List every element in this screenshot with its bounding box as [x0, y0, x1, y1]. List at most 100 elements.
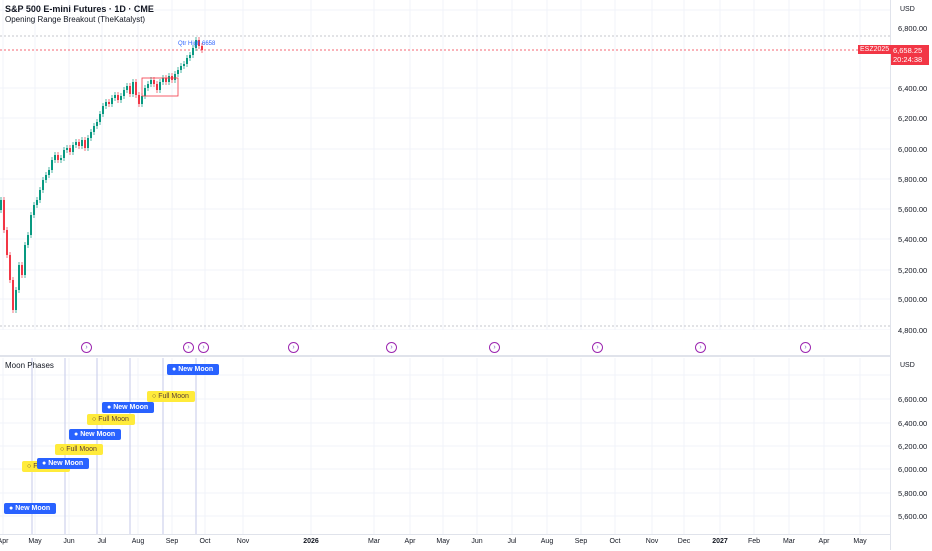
price-tick-label: 6,000.00 — [898, 145, 928, 154]
event-marker-icon[interactable]: › — [183, 342, 194, 353]
event-marker-icon[interactable]: › — [81, 342, 92, 353]
time-tick-label: Sep — [165, 538, 179, 545]
pane-divider[interactable] — [0, 355, 932, 357]
price-tick-label: 5,800.00 — [898, 489, 928, 498]
time-tick-label: Nov — [645, 538, 659, 545]
candle-body — [174, 74, 176, 80]
full-moon-label: ○ Full Moon — [147, 391, 195, 402]
event-marker-icon[interactable]: › — [695, 342, 706, 353]
candle-body — [51, 160, 53, 170]
candle-body — [90, 132, 92, 138]
candle-body — [45, 175, 47, 180]
price-tick-label: 5,200.00 — [898, 266, 928, 275]
time-tick-label: Oct — [609, 538, 621, 545]
candle-body — [129, 86, 131, 94]
full-moon-label: ○ Full Moon — [55, 444, 103, 455]
time-tick-label: May — [853, 538, 867, 545]
candle-body — [102, 106, 104, 114]
time-tick-label: Feb — [747, 538, 761, 545]
indicator-legend[interactable]: Opening Range Breakout (TheKatalyst) — [5, 15, 145, 24]
candle-body — [48, 170, 50, 175]
time-tick-label: Dec — [677, 538, 691, 545]
candle-body — [57, 155, 59, 160]
candle-body — [159, 82, 161, 90]
moon-phases-pane[interactable]: ● New Moon○ Full Moon● New Moon○ Full Mo… — [0, 358, 890, 534]
price-tick-label: 6,200.00 — [898, 442, 928, 451]
chart-title: S&P 500 E-mini Futures · 1D · CME — [5, 4, 154, 14]
event-marker-icon[interactable]: › — [489, 342, 500, 353]
candle-body — [75, 142, 77, 145]
price-tick-label: 5,600.00 — [898, 512, 928, 521]
candle-body — [138, 95, 140, 104]
candle-body — [6, 230, 8, 255]
candle-body — [87, 138, 89, 148]
symbol-price-tag: ESZ2025 — [858, 45, 892, 54]
candle-body — [66, 148, 68, 150]
candle-body — [99, 114, 101, 122]
candle-body — [69, 148, 71, 152]
candle-body — [153, 80, 155, 84]
price-axis[interactable]: USD USD 6,400.00 6,200.00 6,000.00 5,800.00… — [890, 0, 932, 550]
candle-body — [12, 280, 14, 310]
currency-label-pane2: USD — [900, 362, 915, 369]
time-tick-label: Apr — [404, 538, 416, 545]
price-tick-label: 6,400.00 — [898, 84, 928, 93]
candle-body — [60, 158, 62, 160]
candle-body — [126, 86, 128, 90]
candle-body — [144, 88, 146, 96]
candle-body — [156, 84, 158, 90]
time-tick-label: Jun — [63, 538, 75, 545]
time-tick-label: Jun — [471, 538, 483, 545]
event-marker-icon[interactable]: › — [592, 342, 603, 353]
currency-label: USD — [900, 6, 915, 13]
new-moon-label: ● New Moon — [37, 458, 90, 469]
price-tick-label: 5,000.00 — [898, 295, 928, 304]
candle-body — [18, 265, 20, 290]
time-tick-label: Sep — [574, 538, 588, 545]
time-axis[interactable]: Apr May Jun Jul Aug Sep Oct Nov 2026 Mar Apr May Jun… — [0, 534, 890, 551]
candle-body — [183, 64, 185, 66]
price-chart-pane[interactable] — [0, 0, 890, 331]
candle-body — [135, 82, 137, 95]
time-tick-label: Nov — [236, 538, 250, 545]
candle-body — [117, 95, 119, 100]
moon-phases-chart[interactable] — [0, 358, 890, 534]
time-tick-label: May — [436, 538, 450, 545]
candle-body — [3, 200, 5, 230]
event-marker-icon[interactable]: › — [198, 342, 209, 353]
event-marker-icon[interactable]: › — [386, 342, 397, 353]
candle-body — [114, 95, 116, 98]
time-tick-label: 2026 — [303, 538, 319, 545]
new-moon-label: ● New Moon — [167, 364, 220, 375]
candle-body — [165, 78, 167, 82]
candle-body — [108, 102, 110, 104]
candle-body — [180, 66, 182, 70]
time-tick-label: Jul — [507, 538, 517, 545]
candlestick-chart[interactable] — [0, 0, 890, 331]
candle-body — [177, 70, 179, 74]
time-tick-label: Apr — [818, 538, 830, 545]
price-tick-label: 6,800.00 — [898, 24, 928, 33]
price-tick-label: 5,800.00 — [898, 175, 928, 184]
candle-body — [162, 78, 164, 82]
candle-body — [132, 82, 134, 94]
candle-body — [24, 245, 26, 275]
candle-body — [111, 98, 113, 104]
candle-body — [78, 142, 80, 146]
price-tick-label: 6,600.00 — [898, 395, 928, 404]
event-marker-icon[interactable]: › — [288, 342, 299, 353]
candle-body — [150, 80, 152, 84]
candle-body — [9, 255, 11, 280]
time-tick-label: 2027 — [712, 538, 728, 545]
time-tick-label: Mar — [367, 538, 381, 545]
candle-body — [81, 140, 83, 146]
candle-body — [63, 150, 65, 158]
price-tick-label: 6,200.00 — [898, 114, 928, 123]
event-marker-icon[interactable]: › — [800, 342, 811, 353]
new-moon-label: ● New Moon — [102, 402, 155, 413]
time-tick-label: Aug — [131, 538, 145, 545]
price-tick-label: 4,800.00 — [898, 326, 928, 335]
candle-body — [72, 145, 74, 152]
price-tick-label: 6,400.00 — [898, 419, 928, 428]
candle-body — [36, 200, 38, 205]
